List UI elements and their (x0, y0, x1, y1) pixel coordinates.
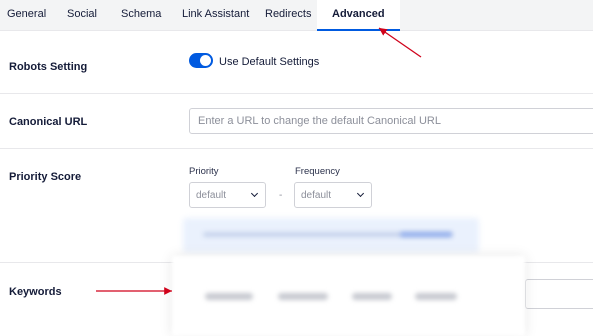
blurred-keyword-chip (352, 293, 392, 300)
blurred-keyword-chip (205, 293, 253, 300)
tab-redirects[interactable]: Redirects (265, 0, 311, 31)
use-default-settings-label: Use Default Settings (219, 56, 320, 68)
keywords-input[interactable] (525, 279, 593, 309)
canonical-url-label: Canonical URL (9, 116, 88, 128)
priority-select[interactable]: default (189, 182, 266, 208)
tab-advanced[interactable]: Advanced (317, 0, 400, 32)
tab-social[interactable]: Social (67, 0, 97, 31)
priority-score-label: Priority Score (9, 171, 82, 183)
frequency-field-label: Frequency (295, 166, 340, 177)
frequency-select[interactable]: default (294, 182, 372, 208)
chevron-down-icon (356, 189, 365, 198)
annotation-arrow-advanced (378, 27, 422, 58)
robots-setting-label: Robots Setting (9, 61, 88, 73)
chevron-down-icon (250, 189, 259, 198)
blurred-keyword-chip (278, 293, 328, 300)
tab-link-assistant[interactable]: Link Assistant (182, 0, 249, 31)
tab-schema[interactable]: Schema (121, 0, 161, 31)
priority-select-value: default (196, 190, 227, 201)
use-default-settings-toggle[interactable] (189, 53, 213, 68)
row-divider (0, 93, 593, 94)
toggle-knob (200, 55, 211, 66)
tab-bar: General Social Schema Link Assistant Red… (0, 0, 593, 32)
keywords-label: Keywords (9, 286, 62, 298)
tab-general[interactable]: General (7, 0, 46, 31)
priority-field-label: Priority (189, 166, 219, 177)
row-divider (0, 148, 593, 149)
blurred-keyword-chip (415, 293, 457, 300)
blurred-notice-link (400, 232, 452, 237)
frequency-select-value: default (301, 190, 332, 201)
canonical-url-input[interactable] (189, 108, 593, 134)
range-separator: - (279, 190, 283, 201)
